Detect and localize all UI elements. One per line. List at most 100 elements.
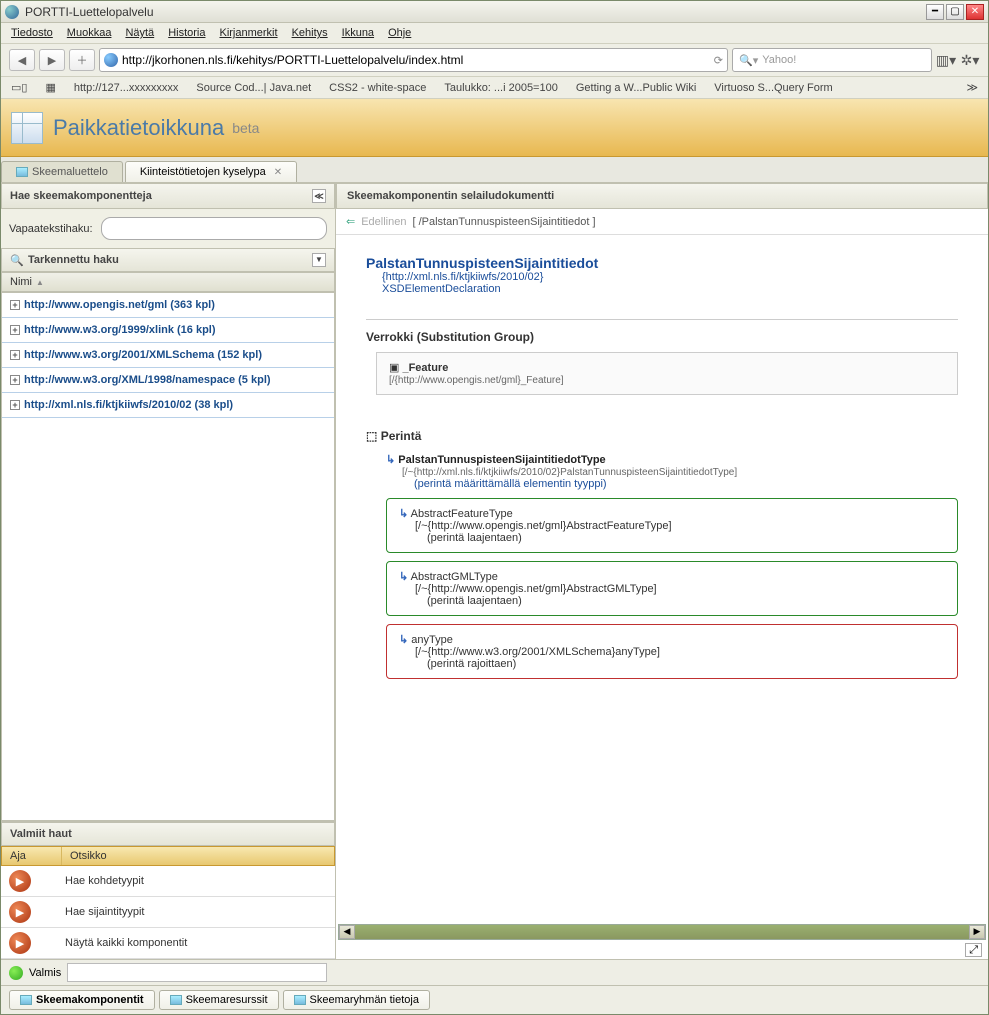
tab-icon: [20, 995, 32, 1005]
tab-property-query[interactable]: Kiinteistötietojen kyselypa ✕: [125, 161, 297, 182]
menu-window[interactable]: Ikkuna: [342, 27, 374, 39]
inh-path: [/~{http://www.opengis.net/gml}AbstractG…: [415, 583, 657, 595]
arrow-icon: ↳: [399, 634, 408, 646]
schema-tree: +http://www.opengis.net/gml (363 kpl) +h…: [1, 292, 335, 821]
app-title: Paikkatietoikkuna: [53, 115, 224, 141]
menu-bookmarks[interactable]: Kirjanmerkit: [219, 27, 277, 39]
inh-path: [/~{http://www.w3.org/2001/XMLSchema}any…: [415, 646, 660, 658]
doc-title: PalstanTunnuspisteenSijaintitiedot: [366, 255, 958, 271]
url-input[interactable]: [122, 53, 714, 67]
menu-edit[interactable]: Muokkaa: [67, 27, 112, 39]
freetext-input[interactable]: [101, 217, 327, 240]
bookmark-grid-icon[interactable]: ▦: [45, 81, 55, 94]
site-icon: [104, 53, 118, 67]
inh-name: AbstractFeatureType: [411, 508, 513, 520]
inheritance-item[interactable]: ↳ anyType [/~{http://www.w3.org/2001/XML…: [386, 624, 958, 679]
inheritance-item[interactable]: ↳ PalstanTunnuspisteenSijaintitiedotType…: [386, 453, 958, 490]
restore-icon[interactable]: ⤢: [965, 943, 982, 957]
status-input[interactable]: [67, 963, 327, 982]
search-panel-header: Hae skeemakomponentteja ≪: [1, 183, 335, 209]
feature-box[interactable]: ▣ _Feature [/{http://www.opengis.net/gml…: [376, 352, 958, 395]
tab-schema-list[interactable]: Skeemaluettelo: [1, 161, 123, 182]
substitution-label: Verrokki (Substitution Group): [366, 330, 958, 344]
bookmark-item[interactable]: Getting a W...Public Wiki: [576, 82, 696, 94]
page-icon[interactable]: ▥▾: [936, 50, 956, 70]
menu-help[interactable]: Ohje: [388, 27, 411, 39]
expand-icon[interactable]: +: [10, 350, 20, 360]
bookmark-item[interactable]: Virtuoso S...Query Form: [714, 82, 832, 94]
breadcrumb-path: [ /PalstanTunnuspisteenSijaintitiedot ]: [412, 216, 595, 228]
toolbar: ◀ ▶ ＋ ⟳ 🔍▾ Yahoo! ▥▾ ✲▾: [1, 44, 988, 77]
expand-icon[interactable]: +: [10, 400, 20, 410]
bottom-tab-components[interactable]: Skeemakomponentit: [9, 990, 155, 1010]
search-bar[interactable]: 🔍▾ Yahoo!: [732, 48, 932, 72]
col-name: Nimi: [10, 276, 32, 288]
tree-item[interactable]: +http://www.w3.org/XML/1998/namespace (5…: [2, 368, 334, 393]
menu-file[interactable]: Tiedosto: [11, 27, 53, 39]
inheritance-item[interactable]: ↳ AbstractFeatureType [/~{http://www.ope…: [386, 498, 958, 553]
beta-label: beta: [232, 120, 259, 136]
reload-icon[interactable]: ⟳: [714, 54, 723, 67]
titlebar: PORTTI-Luettelopalvelu ━ ▢ ✕: [1, 1, 988, 23]
play-button[interactable]: ▶: [9, 870, 31, 892]
saved-title[interactable]: Näytä kaikki komponentit: [61, 933, 191, 953]
inheritance-item[interactable]: ↳ AbstractGMLType [/~{http://www.opengis…: [386, 561, 958, 616]
scroll-track[interactable]: [355, 925, 969, 939]
forward-button[interactable]: ▶: [39, 49, 65, 71]
expand-icon[interactable]: +: [10, 300, 20, 310]
bottom-tab-resources[interactable]: Skeemaresurssit: [159, 990, 279, 1010]
doc-content: PalstanTunnuspisteenSijaintitiedot {http…: [336, 235, 988, 922]
scroll-right-icon[interactable]: ▶: [969, 925, 985, 939]
tab-label: Skeemaluettelo: [32, 166, 108, 178]
back-button[interactable]: ◀: [9, 49, 35, 71]
bookmark-item[interactable]: Source Cod...| Java.net: [196, 82, 311, 94]
inh-note: (perintä rajoittaen): [427, 658, 516, 670]
scroll-left-icon[interactable]: ◀: [339, 925, 355, 939]
horizontal-scrollbar[interactable]: ◀ ▶: [338, 924, 986, 940]
saved-title[interactable]: Hae sijaintityypit: [61, 902, 148, 922]
status-bar: Valmis: [1, 959, 988, 985]
breadcrumb: ⇐ Edellinen [ /PalstanTunnuspisteenSijai…: [336, 209, 988, 235]
saved-title[interactable]: Hae kohdetyypit: [61, 871, 148, 891]
menu-view[interactable]: Näytä: [125, 27, 154, 39]
menu-history[interactable]: Historia: [168, 27, 205, 39]
tree-item[interactable]: +http://www.w3.org/2001/XMLSchema (152 k…: [2, 343, 334, 368]
doc-namespace: {http://xml.nls.fi/ktjkiiwfs/2010/02}: [382, 271, 958, 283]
bookmarks-overflow-icon[interactable]: ≫: [966, 81, 978, 94]
tab-label: Kiinteistötietojen kyselypa: [140, 166, 266, 178]
arrow-icon: ↳: [386, 454, 395, 466]
play-button[interactable]: ▶: [9, 932, 31, 954]
inh-note: (perintä laajentaen): [427, 595, 522, 607]
tree-item[interactable]: +http://www.w3.org/1999/xlink (16 kpl): [2, 318, 334, 343]
feature-path: [/{http://www.opengis.net/gml}_Feature]: [389, 375, 564, 386]
minimize-button[interactable]: ━: [926, 4, 944, 20]
search-placeholder: Yahoo!: [762, 54, 796, 66]
tree-item[interactable]: +http://www.opengis.net/gml (363 kpl): [2, 293, 334, 318]
menu-develop[interactable]: Kehitys: [292, 27, 328, 39]
play-button[interactable]: ▶: [9, 901, 31, 923]
dropdown-icon[interactable]: ▼: [312, 253, 326, 267]
collapse-icon[interactable]: ≪: [312, 189, 326, 203]
bookmark-item[interactable]: Taulukko: ...i 2005=100: [444, 82, 557, 94]
bottom-tab-group-info[interactable]: Skeemaryhmän tietoja: [283, 990, 430, 1010]
close-tab-icon[interactable]: ✕: [274, 167, 282, 178]
bookmark-menu-icon[interactable]: ▭▯: [11, 81, 27, 94]
bookmark-item[interactable]: http://127...xxxxxxxxx: [74, 82, 179, 94]
col-title: Otsikko: [62, 847, 115, 865]
maximize-button[interactable]: ▢: [946, 4, 964, 20]
add-button[interactable]: ＋: [69, 49, 95, 71]
column-header[interactable]: Nimi ▲: [1, 272, 335, 292]
inheritance-label: Perintä: [381, 429, 422, 443]
expand-icon[interactable]: +: [10, 325, 20, 335]
close-button[interactable]: ✕: [966, 4, 984, 20]
back-arrow-icon[interactable]: ⇐: [346, 215, 355, 228]
expand-icon[interactable]: +: [10, 375, 20, 385]
tree-item[interactable]: +http://xml.nls.fi/ktjkiiwfs/2010/02 (38…: [2, 393, 334, 418]
gear-icon[interactable]: ✲▾: [960, 50, 980, 70]
url-bar[interactable]: ⟳: [99, 48, 728, 72]
left-pane: Hae skeemakomponentteja ≪ Vapaatekstihak…: [1, 183, 336, 959]
window-title: PORTTI-Luettelopalvelu: [25, 5, 926, 19]
status-ok-icon: [9, 966, 23, 980]
advanced-search-header[interactable]: 🔍 Tarkennettu haku ▼: [1, 248, 335, 272]
bookmark-item[interactable]: CSS2 - white-space: [329, 82, 426, 94]
